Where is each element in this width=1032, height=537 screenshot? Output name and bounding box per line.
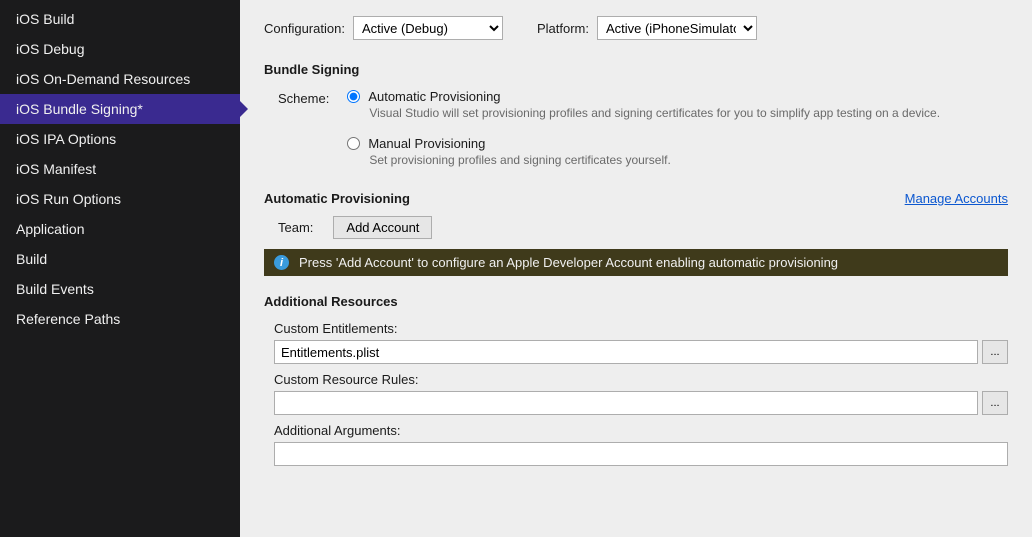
configuration-label: Configuration: <box>264 21 345 36</box>
info-bar: i Press 'Add Account' to configure an Ap… <box>264 249 1008 276</box>
scheme-manual-radio[interactable] <box>347 137 360 150</box>
additional-resources-title: Additional Resources <box>264 294 1008 309</box>
scheme-automatic-radio[interactable] <box>347 90 360 103</box>
scheme-automatic-label: Automatic Provisioning <box>368 89 500 104</box>
scheme-label: Scheme: <box>278 89 329 183</box>
scheme-automatic-desc: Visual Studio will set provisioning prof… <box>369 106 1008 120</box>
custom-resource-rules-input[interactable] <box>274 391 978 415</box>
manage-accounts-link[interactable]: Manage Accounts <box>905 191 1008 206</box>
sidebar-item-ios-on-demand-resources[interactable]: iOS On-Demand Resources <box>0 64 240 94</box>
platform-dropdown[interactable]: Active (iPhoneSimulator) <box>597 16 757 40</box>
scheme-manual-option[interactable]: Manual Provisioning <box>347 136 1008 151</box>
sidebar-item-build-events[interactable]: Build Events <box>0 274 240 304</box>
custom-resource-rules-label: Custom Resource Rules: <box>274 372 1008 387</box>
sidebar-item-ios-manifest[interactable]: iOS Manifest <box>0 154 240 184</box>
team-label: Team: <box>278 220 313 235</box>
sidebar-item-ios-bundle-signing[interactable]: iOS Bundle Signing* <box>0 94 240 124</box>
configuration-dropdown[interactable]: Active (Debug) <box>353 16 503 40</box>
custom-entitlements-input[interactable] <box>274 340 978 364</box>
sidebar-item-build[interactable]: Build <box>0 244 240 274</box>
sidebar-item-ios-debug[interactable]: iOS Debug <box>0 34 240 64</box>
config-platform-row: Configuration: Active (Debug) Platform: … <box>264 16 1008 40</box>
custom-entitlements-browse-button[interactable]: ... <box>982 340 1008 364</box>
sidebar: iOS Build iOS Debug iOS On-Demand Resour… <box>0 0 240 537</box>
bundle-signing-title: Bundle Signing <box>264 62 1008 77</box>
custom-resource-rules-browse-button[interactable]: ... <box>982 391 1008 415</box>
sidebar-item-ios-ipa-options[interactable]: iOS IPA Options <box>0 124 240 154</box>
info-icon: i <box>274 255 289 270</box>
sidebar-item-ios-run-options[interactable]: iOS Run Options <box>0 184 240 214</box>
sidebar-item-ios-build[interactable]: iOS Build <box>0 4 240 34</box>
scheme-manual-label: Manual Provisioning <box>368 136 485 151</box>
additional-arguments-input[interactable] <box>274 442 1008 466</box>
automatic-provisioning-title: Automatic Provisioning <box>264 191 410 206</box>
custom-entitlements-label: Custom Entitlements: <box>274 321 1008 336</box>
additional-arguments-label: Additional Arguments: <box>274 423 1008 438</box>
sidebar-item-reference-paths[interactable]: Reference Paths <box>0 304 240 334</box>
main-panel: Configuration: Active (Debug) Platform: … <box>240 0 1032 537</box>
platform-label: Platform: <box>537 21 589 36</box>
add-account-button[interactable]: Add Account <box>333 216 432 239</box>
sidebar-item-application[interactable]: Application <box>0 214 240 244</box>
scheme-manual-desc: Set provisioning profiles and signing ce… <box>369 153 1008 167</box>
info-text: Press 'Add Account' to configure an Appl… <box>299 255 838 270</box>
scheme-automatic-option[interactable]: Automatic Provisioning <box>347 89 1008 104</box>
